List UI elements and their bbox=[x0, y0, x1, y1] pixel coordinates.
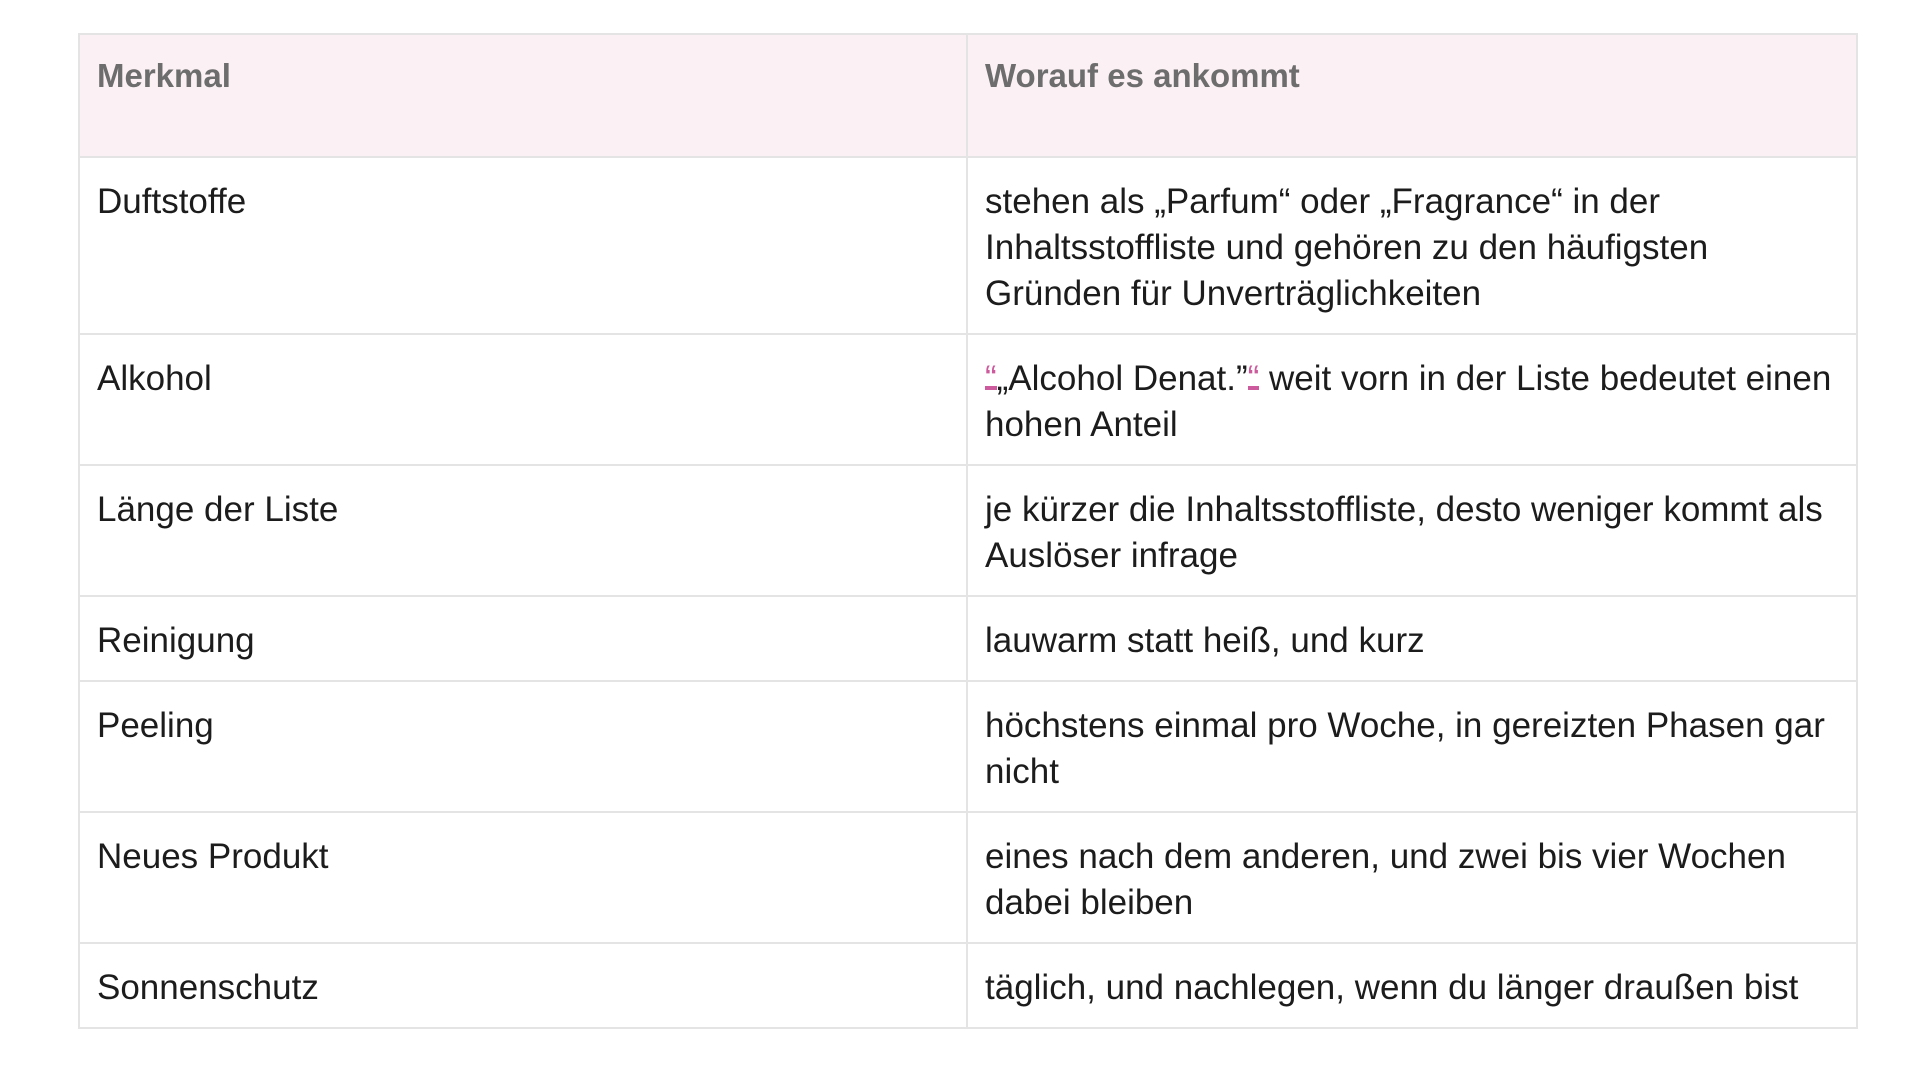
detail-cell: täglich, und nachlegen, wenn du länger d… bbox=[966, 942, 1858, 1029]
comparison-table: Merkmal Worauf es ankommt Duftstoffe ste… bbox=[78, 33, 1858, 1029]
feature-cell: Neues Produkt bbox=[78, 811, 968, 944]
feature-cell: Länge der Liste bbox=[78, 464, 968, 597]
table-row: Peeling höchstens einmal pro Woche, in g… bbox=[78, 680, 1858, 813]
comparison-table-container: Merkmal Worauf es ankommt Duftstoffe ste… bbox=[78, 33, 1858, 1029]
feature-cell: Reinigung bbox=[78, 595, 968, 682]
table-row: Länge der Liste je kürzer die Inhaltssto… bbox=[78, 464, 1858, 597]
table-body: Duftstoffe stehen als „Parfum“ oder „Fra… bbox=[78, 156, 1858, 1029]
feature-cell: Sonnenschutz bbox=[78, 942, 968, 1029]
detail-cell: eines nach dem anderen, und zwei bis vie… bbox=[966, 811, 1858, 944]
table-row: Neues Produkt eines nach dem anderen, un… bbox=[78, 811, 1858, 944]
detail-cell: “„Alcohol Denat.”“ weit vorn in der List… bbox=[966, 333, 1858, 466]
table-header-row: Merkmal Worauf es ankommt bbox=[78, 33, 1858, 158]
detail-cell: höchstens einmal pro Woche, in gereizten… bbox=[966, 680, 1858, 813]
detail-text-quoted: „Alcohol Denat.” bbox=[996, 359, 1248, 398]
table-row: Reinigung lauwarm statt heiß, und kurz bbox=[78, 595, 1858, 682]
feature-cell: Peeling bbox=[78, 680, 968, 813]
feature-cell: Alkohol bbox=[78, 333, 968, 466]
column-header-detail: Worauf es ankommt bbox=[966, 33, 1858, 158]
table-header: Merkmal Worauf es ankommt bbox=[78, 33, 1858, 158]
table-row: Alkohol “„Alcohol Denat.”“ weit vorn in … bbox=[78, 333, 1858, 466]
table-row: Sonnenschutz täglich, und nachlegen, wen… bbox=[78, 942, 1858, 1029]
edit-mark-open: “ bbox=[985, 356, 997, 402]
feature-cell: Duftstoffe bbox=[78, 156, 968, 335]
column-header-feature: Merkmal bbox=[78, 33, 968, 158]
edit-mark-close: “ bbox=[1247, 356, 1259, 402]
detail-cell: je kürzer die Inhaltsstoffliste, desto w… bbox=[966, 464, 1858, 597]
detail-cell: lauwarm statt heiß, und kurz bbox=[966, 595, 1858, 682]
detail-cell: stehen als „Parfum“ oder „Fragrance“ in … bbox=[966, 156, 1858, 335]
table-row: Duftstoffe stehen als „Parfum“ oder „Fra… bbox=[78, 156, 1858, 335]
